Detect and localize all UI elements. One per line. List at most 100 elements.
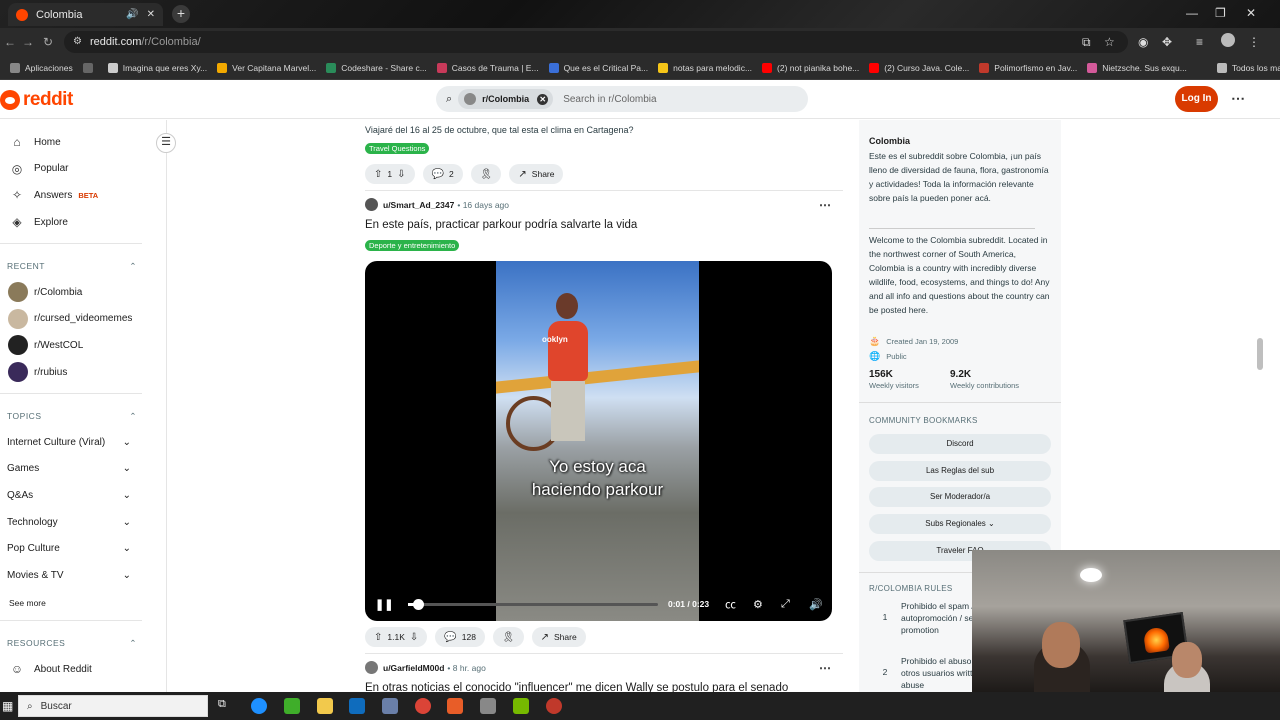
bookmark-star-icon[interactable]: ☆ xyxy=(1104,35,1115,49)
taskbar-search[interactable]: ⌕ Buscar xyxy=(18,695,208,717)
downvote-icon[interactable]: ⇩ xyxy=(397,169,405,180)
reload-icon[interactable]: ↻ xyxy=(43,35,53,49)
search-placeholder[interactable]: Search in r/Colombia xyxy=(563,94,656,105)
nav-item-answers[interactable]: ✧ Answers BETA xyxy=(0,182,142,208)
speaker-icon[interactable]: 🔊 xyxy=(126,9,138,20)
community-bookmark[interactable]: Ser Moderador/a xyxy=(869,487,1051,508)
settings-gear-icon[interactable] xyxy=(480,698,496,714)
topics-header[interactable]: TOPICS ⌃ xyxy=(7,411,137,422)
edge-icon[interactable] xyxy=(251,698,267,714)
clear-scope-icon[interactable]: ✕ xyxy=(537,93,549,105)
all-bookmarks-folder[interactable]: Todos los marcadores xyxy=(1216,62,1280,73)
award-button[interactable]: 🎗 xyxy=(492,627,524,647)
site-info-icon[interactable]: ⚙ xyxy=(73,31,82,53)
page-scrollbar[interactable] xyxy=(1257,338,1263,370)
bookmark-item[interactable]: Que es el Critical Pa... xyxy=(548,62,648,73)
video-progress-knob[interactable] xyxy=(413,599,424,610)
login-button[interactable]: Log In xyxy=(1175,86,1218,112)
topic-item[interactable]: Internet Culture (Viral) ⌄ xyxy=(7,429,131,455)
windows-start-icon[interactable]: ▦ xyxy=(2,699,13,713)
back-icon[interactable]: ← xyxy=(4,35,16,49)
forward-icon[interactable]: → xyxy=(22,35,34,49)
bookmark-item[interactable]: (2) Curso Java. Cole... xyxy=(869,62,969,73)
file-explorer-icon[interactable] xyxy=(317,698,333,714)
community-bookmark[interactable]: Subs Regionales ⌄ xyxy=(869,514,1051,535)
vote-control[interactable]: ⇧ 1 ⇩ xyxy=(365,164,415,184)
comments-button[interactable]: 💬 128 xyxy=(435,627,485,647)
bookmark-item[interactable]: Polimorfismo en Jav... xyxy=(979,62,1077,73)
vote-control[interactable]: ⇧ 1.1K ⇩ xyxy=(365,627,428,647)
see-more-link[interactable]: See more xyxy=(9,598,46,608)
downvote-icon[interactable]: ⇩ xyxy=(410,632,418,643)
outlook-icon[interactable] xyxy=(349,698,365,714)
bookmark-item[interactable]: Ver Capitana Marvel... xyxy=(217,62,316,73)
bookmark-item[interactable]: Casos de Trauma | E... xyxy=(436,62,539,73)
resource-item[interactable]: ☺ About Reddit xyxy=(0,656,142,682)
chrome-icon[interactable] xyxy=(415,698,431,714)
bookmark-item[interactable]: Aplicaciones xyxy=(10,62,73,73)
minimize-icon[interactable]: — xyxy=(1186,6,1198,20)
nav-item-popular[interactable]: ◎ Popular xyxy=(0,156,142,182)
post-author[interactable]: u/Smart_Ad_2347 xyxy=(383,200,454,210)
nav-item-explore[interactable]: ◈ Explore xyxy=(0,209,142,235)
reading-list-icon[interactable]: ≡ xyxy=(1196,35,1203,49)
recent-community[interactable]: r/rubius xyxy=(0,359,67,385)
award-button[interactable]: 🎗 xyxy=(470,164,502,184)
more-menu-icon[interactable]: ⋯ xyxy=(1231,90,1245,107)
share-button[interactable]: ↗ Share xyxy=(509,164,564,184)
collapse-sidebar-button[interactable]: ☰ xyxy=(156,133,176,153)
extension-icon[interactable]: ◉ xyxy=(1138,35,1148,49)
user-avatar[interactable] xyxy=(365,198,378,211)
topic-item[interactable]: Technology ⌄ xyxy=(7,509,131,535)
bookmark-item[interactable]: Imagina que eres Xy... xyxy=(107,62,207,73)
upvote-icon[interactable]: ⇧ xyxy=(374,632,382,643)
settings-icon[interactable]: ⚙ xyxy=(753,598,763,611)
brave-icon[interactable] xyxy=(447,698,463,714)
new-tab-button[interactable]: + xyxy=(172,5,190,23)
network-app-icon[interactable] xyxy=(382,698,398,714)
browser-tab[interactable]: Colombia 🔊 ✕ xyxy=(8,3,163,26)
user-avatar[interactable] xyxy=(365,661,378,674)
resources-header[interactable]: RESOURCES ⌃ xyxy=(7,638,137,649)
nav-item-home[interactable]: ⌂ Home xyxy=(0,129,142,155)
bookmark-item[interactable]: (2) not pianika bohe... xyxy=(762,62,859,73)
video-progress-track[interactable] xyxy=(408,599,658,610)
post-overflow-icon[interactable]: ⋯ xyxy=(819,198,831,212)
upvote-icon[interactable]: ⇧ xyxy=(374,169,382,180)
install-app-icon[interactable]: ⧉ xyxy=(1082,35,1091,50)
captions-icon[interactable]: ㏄ xyxy=(725,596,736,612)
task-view-icon[interactable]: ⧉ xyxy=(218,698,234,714)
fullscreen-icon[interactable]: ⤢ xyxy=(781,598,790,611)
post-title[interactable]: En este país, practicar parkour podría s… xyxy=(365,219,637,231)
url-input[interactable]: ⚙ reddit.com/r/Colombia/ xyxy=(64,31,1128,53)
bookmark-item[interactable]: Codeshare - Share c... xyxy=(326,62,427,73)
bookmark-item[interactable]: Nietzsche. Sus exqu... xyxy=(1087,62,1187,73)
recent-community[interactable]: r/Colombia xyxy=(0,279,82,305)
post-author[interactable]: u/GarfieldM00d xyxy=(383,663,444,673)
topic-item[interactable]: Games ⌄ xyxy=(7,456,131,482)
maximize-icon[interactable]: ❐ xyxy=(1215,6,1226,20)
record-app-icon[interactable] xyxy=(546,698,562,714)
post-overflow-icon[interactable]: ⋯ xyxy=(819,661,831,675)
close-tab-icon[interactable]: ✕ xyxy=(147,9,155,20)
comments-button[interactable]: 💬 2 xyxy=(422,164,463,184)
bookmark-item[interactable] xyxy=(82,62,98,73)
post-flair[interactable]: Deporte y entretenimiento xyxy=(365,240,460,251)
topic-item[interactable]: Pop Culture ⌄ xyxy=(7,536,131,562)
search-scope-chip[interactable]: r/Colombia ✕ xyxy=(458,89,554,109)
community-bookmark[interactable]: Las Reglas del sub xyxy=(869,460,1051,481)
browser-menu-icon[interactable]: ⋮ xyxy=(1248,35,1260,49)
extensions-puzzle-icon[interactable]: ✥ xyxy=(1162,35,1172,49)
reddit-logo[interactable]: reddit xyxy=(0,89,73,111)
lambda-app-icon[interactable] xyxy=(284,698,300,714)
share-button[interactable]: ↗ Share xyxy=(531,627,586,647)
community-bookmark[interactable]: Discord xyxy=(869,434,1051,454)
topic-item[interactable]: Movies & TV ⌄ xyxy=(7,563,131,589)
volume-icon[interactable]: 🔊 xyxy=(809,598,823,611)
topic-item[interactable]: Q&As ⌄ xyxy=(7,482,131,508)
bookmark-item[interactable]: notas para melodic... xyxy=(658,62,752,73)
recent-community[interactable]: r/WestCOL xyxy=(0,332,83,358)
close-window-icon[interactable]: ✕ xyxy=(1246,6,1256,20)
recent-community[interactable]: r/cursed_videomemes xyxy=(0,306,132,332)
profile-avatar[interactable] xyxy=(1221,33,1235,47)
